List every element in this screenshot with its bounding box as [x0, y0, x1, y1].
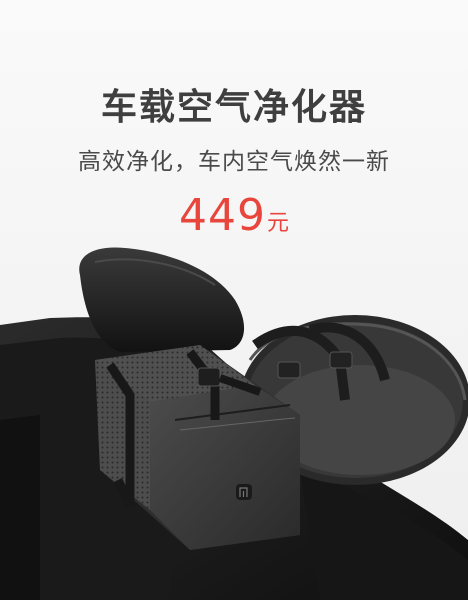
- price-value: 449: [179, 190, 266, 241]
- strap-buckle: [277, 361, 301, 379]
- price-tag: 449元: [0, 190, 468, 241]
- page-title: 车载空气净化器: [100, 87, 367, 128]
- page-subtitle: 高效净化，车内空气焕然一新: [78, 149, 390, 175]
- price-unit: 元: [266, 211, 289, 236]
- front-buckle: [197, 367, 221, 387]
- mi-logo-icon: [236, 484, 252, 500]
